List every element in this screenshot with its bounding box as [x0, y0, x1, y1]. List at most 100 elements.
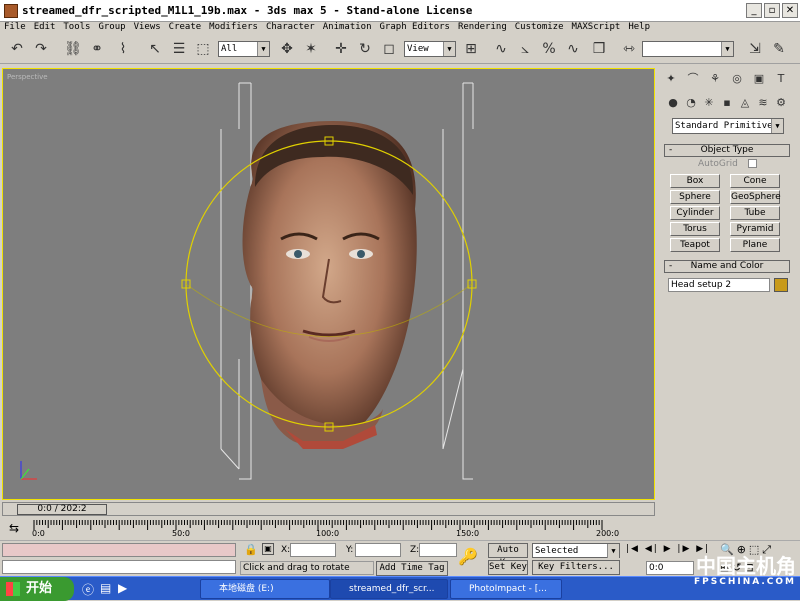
select-by-name-icon[interactable]: ☰	[170, 40, 188, 58]
menu-graph-editors[interactable]: Graph Editors	[376, 22, 450, 32]
align-icon[interactable]: ⇲	[746, 40, 764, 58]
minimize-button[interactable]: _	[746, 3, 762, 18]
key-mode-dropdown[interactable]: Selected ▼	[532, 543, 620, 558]
menu-help[interactable]: Help	[624, 22, 650, 32]
tube-button[interactable]: Tube	[730, 206, 780, 220]
lights-icon[interactable]: ✳	[700, 94, 718, 112]
display-tab-icon[interactable]: ▣	[750, 70, 768, 88]
start-button[interactable]: 开始	[0, 577, 74, 601]
auto-key-button[interactable]: Auto Key	[488, 543, 528, 568]
current-frame-field[interactable]: 0:0	[646, 561, 694, 575]
object-color-swatch[interactable]	[774, 278, 788, 292]
material-editor-icon[interactable]: ✎	[770, 40, 788, 58]
spacewarps-icon[interactable]: ≋	[754, 94, 772, 112]
cone-button[interactable]: Cone	[730, 174, 780, 188]
cylinder-button[interactable]: Cylinder	[670, 206, 720, 220]
menu-tools[interactable]: Tools	[59, 22, 90, 32]
select-and-manipulate-icon[interactable]: ✥	[278, 40, 296, 58]
shapes-icon[interactable]: ◔	[682, 94, 700, 112]
x-coordinate-field[interactable]	[290, 543, 336, 557]
menu-customize[interactable]: Customize	[511, 22, 564, 32]
menu-views[interactable]: Views	[130, 22, 161, 32]
app-icon[interactable]	[4, 4, 18, 18]
taskbar-item-3dsmax[interactable]: streamed_dfr_scr...	[330, 579, 448, 599]
torus-button[interactable]: Torus	[670, 222, 720, 236]
perspective-viewport[interactable]: Perspective	[2, 68, 655, 500]
modify-tab-icon[interactable]: ⌒	[684, 70, 702, 88]
geosphere-button[interactable]: GeoSphere	[730, 190, 781, 204]
z-coordinate-field[interactable]	[419, 543, 457, 557]
geometry-icon[interactable]: ●	[664, 94, 682, 112]
unlink-icon[interactable]: ⚭	[88, 40, 106, 58]
box-button[interactable]: Box	[670, 174, 720, 188]
menu-animation[interactable]: Animation	[319, 22, 372, 32]
menu-edit[interactable]: Edit	[30, 22, 56, 32]
name-and-color-rollout[interactable]: - Name and Color	[664, 260, 790, 273]
scale-icon[interactable]: ◻	[380, 40, 398, 58]
link-icon[interactable]: ⛓	[64, 40, 82, 58]
named-selection-set-dropdown[interactable]: ▼	[642, 41, 734, 57]
systems-icon[interactable]: ⚙	[772, 94, 790, 112]
key-filters-button[interactable]: Key Filters...	[532, 560, 620, 575]
track-bar[interactable]	[30, 520, 685, 538]
rect-selection-icon[interactable]: ⬚	[194, 40, 212, 58]
pivot-icon[interactable]: ⊞	[462, 40, 480, 58]
menu-maxscript[interactable]: MAXScript	[568, 22, 621, 32]
time-slider-thumb[interactable]: 0:0 / 202:2	[17, 504, 107, 515]
mirror-icon[interactable]: ⇿	[620, 40, 638, 58]
utilities-tab-icon[interactable]: T	[772, 70, 790, 88]
hierarchy-tab-icon[interactable]: ⚘	[706, 70, 724, 88]
playback-controls[interactable]: |◀ ◀| ▶ |▶ ▶|	[626, 544, 710, 554]
percent-snap-icon[interactable]: %	[540, 40, 558, 58]
taskbar-item-local-disk[interactable]: 本地磁盘 (E:)	[200, 579, 330, 599]
reference-coordinate-dropdown[interactable]: View ▼	[404, 41, 456, 57]
selection-filter-dropdown[interactable]: All ▼	[218, 41, 270, 57]
object-type-rollout[interactable]: - Object Type	[664, 144, 790, 157]
media-player-icon[interactable]: ▶	[118, 581, 127, 595]
cameras-icon[interactable]: ▪	[718, 94, 736, 112]
set-key-button[interactable]: Set Key	[488, 560, 528, 575]
menu-rendering[interactable]: Rendering	[454, 22, 507, 32]
track-bar-toggle-icon[interactable]: ⇆	[4, 520, 24, 536]
close-button[interactable]: ✕	[782, 3, 798, 18]
redo-icon[interactable]: ↷	[32, 40, 50, 58]
autogrid-checkbox[interactable]	[748, 159, 757, 168]
motion-tab-icon[interactable]: ◎	[728, 70, 746, 88]
category-dropdown[interactable]: Standard Primitives ▼	[672, 118, 784, 134]
select-icon[interactable]: ↖	[146, 40, 164, 58]
time-slider[interactable]: 0:0 / 202:2	[2, 502, 655, 516]
undo-icon[interactable]: ↶	[8, 40, 26, 58]
manipulate-icon[interactable]: ✶	[302, 40, 320, 58]
teapot-button[interactable]: Teapot	[670, 238, 720, 252]
menu-create[interactable]: Create	[165, 22, 202, 32]
absolute-mode-icon[interactable]: ▣	[262, 543, 274, 555]
show-desktop-icon[interactable]: ▤	[100, 581, 111, 595]
ie-icon[interactable]: ⓔ	[82, 581, 94, 598]
pyramid-button[interactable]: Pyramid	[730, 222, 780, 236]
menu-modifiers[interactable]: Modifiers	[205, 22, 258, 32]
menu-group[interactable]: Group	[94, 22, 125, 32]
snap-icon[interactable]: ∿	[492, 40, 510, 58]
helpers-icon[interactable]: ◬	[736, 94, 754, 112]
create-tab-icon[interactable]: ✦	[662, 70, 680, 88]
head-model[interactable]	[242, 121, 417, 449]
move-icon[interactable]: ✛	[332, 40, 350, 58]
plane-button[interactable]: Plane	[730, 238, 780, 252]
object-name-field[interactable]: Head setup 2	[668, 278, 770, 292]
bind-space-warp-icon[interactable]: ⌇	[114, 40, 132, 58]
menu-character[interactable]: Character	[262, 22, 315, 32]
taskbar-item-photoimpact[interactable]: PhotoImpact - [...	[450, 579, 562, 599]
maximize-button[interactable]: ▫	[764, 3, 780, 18]
lock-icon[interactable]: 🔒	[244, 543, 258, 556]
y-label: Y:	[346, 545, 354, 555]
add-time-tag-button[interactable]: Add Time Tag	[376, 561, 448, 576]
sphere-button[interactable]: Sphere	[670, 190, 720, 204]
spinner-snap-icon[interactable]: ∿	[564, 40, 582, 58]
angle-snap-icon[interactable]: ⦣	[516, 40, 534, 58]
y-coordinate-field[interactable]	[355, 543, 401, 557]
named-selection-icon[interactable]: ❒	[590, 40, 608, 58]
key-icon[interactable]: 🔑	[458, 547, 478, 566]
rotate-icon[interactable]: ↻	[356, 40, 374, 58]
menu-file[interactable]: File	[0, 22, 26, 32]
maxscript-listener-mini[interactable]	[2, 543, 236, 557]
